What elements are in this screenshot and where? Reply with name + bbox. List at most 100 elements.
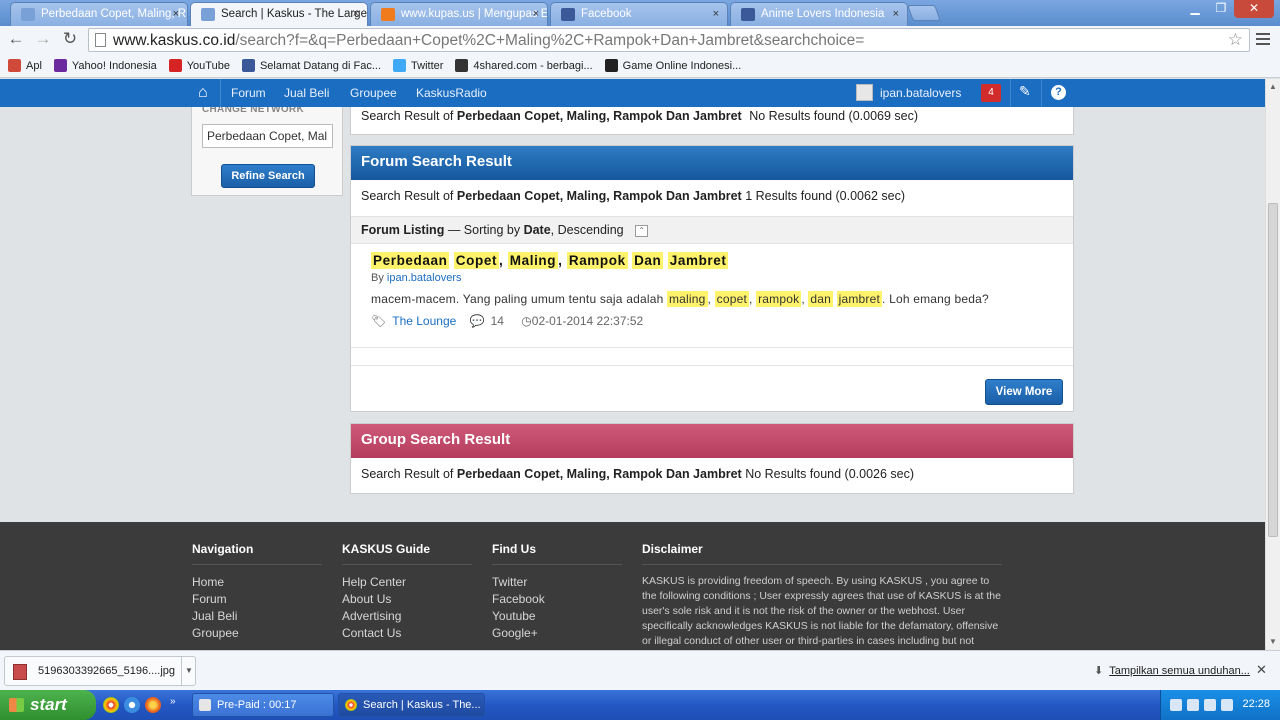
footer-link-facebook[interactable]: Facebook (492, 591, 622, 608)
tab-facebook[interactable]: Facebook × (550, 2, 728, 26)
bookmark-apps[interactable]: Apl (8, 59, 42, 72)
sort-field[interactable]: Date (524, 223, 551, 237)
update-icon[interactable] (1221, 699, 1233, 711)
back-arrow-icon[interactable]: ← (5, 30, 27, 50)
category-link[interactable]: The Lounge (392, 314, 456, 328)
nav-groupee[interactable]: Groupee (350, 86, 397, 100)
notification-badge[interactable]: 4 (981, 84, 1001, 102)
pencil-icon[interactable]: ✎ (1019, 83, 1031, 100)
user-menu[interactable]: ipan.batalovers (856, 84, 961, 101)
nav-separator (220, 79, 221, 107)
chrome-icon (345, 699, 357, 711)
tab-kaskus-search[interactable]: Search | Kaskus - The Larges × (190, 2, 368, 26)
chrome-menu-icon[interactable] (1256, 33, 1270, 45)
footer-link-home[interactable]: Home (192, 574, 322, 591)
chrome-icon[interactable] (103, 697, 119, 713)
reply-count: 14 (490, 314, 504, 328)
close-window-icon[interactable]: ✕ (1234, 0, 1274, 18)
tab-favicon (21, 8, 35, 21)
username: ipan.batalovers (880, 85, 962, 100)
home-icon[interactable]: ⌂ (198, 84, 208, 102)
new-tab-button[interactable] (907, 5, 941, 21)
quicklaunch-more-icon[interactable]: » (170, 696, 176, 707)
footer-link-twitter[interactable]: Twitter (492, 574, 622, 591)
tab-kupas[interactable]: www.kupas.us | Mengupas E × (370, 2, 548, 26)
bookmark-4shared[interactable]: 4shared.com - berbagi... (455, 59, 593, 72)
divider (351, 365, 1073, 366)
bookmark-youtube[interactable]: YouTube (168, 59, 230, 72)
nav-kaskus-radio[interactable]: KaskusRadio (416, 86, 487, 100)
avatar (856, 84, 873, 101)
taskbar-button-prepaid[interactable]: Pre-Paid : 00:17 (192, 693, 334, 717)
scroll-up-icon[interactable]: ▲ (1269, 82, 1277, 91)
network-icon[interactable] (1170, 699, 1182, 711)
address-bar[interactable]: www.kaskus.co.id/search?f=&q=Perbedaan+C… (88, 28, 1250, 52)
footer-link-help-center[interactable]: Help Center (342, 574, 472, 591)
forum-result-summary: Search Result of Perbedaan Copet, Maling… (361, 189, 906, 203)
close-icon[interactable]: ✕ (1256, 662, 1267, 678)
firefox-icon[interactable] (145, 697, 161, 713)
page-scrollbar[interactable]: ▲ ▼ (1265, 79, 1280, 650)
chevron-down-icon[interactable]: ▼ (181, 657, 196, 685)
footer-link-youtube[interactable]: Youtube (492, 608, 622, 625)
author-link[interactable]: ipan.batalovers (387, 272, 462, 284)
internet-explorer-icon[interactable] (124, 697, 140, 713)
bookmark-star-icon[interactable]: ☆ (1228, 30, 1243, 50)
close-icon[interactable]: × (173, 3, 179, 25)
volume-icon[interactable] (1187, 699, 1199, 711)
security-icon[interactable] (1204, 699, 1216, 711)
minimize-icon[interactable]: ▁ (1182, 0, 1208, 18)
footer-link-forum[interactable]: Forum (192, 591, 322, 608)
start-button[interactable]: start (0, 690, 96, 720)
sort-order[interactable]: , Descending (551, 223, 624, 237)
thread-title-link[interactable]: Perbedaan Copet, Maling, Rampok Dan Jamb… (371, 252, 729, 269)
help-icon[interactable]: ? (1051, 85, 1066, 100)
nav-forum[interactable]: Forum (231, 86, 266, 100)
query-text: Perbedaan Copet, Maling, Rampok Dan Jamb… (456, 109, 742, 123)
scroll-down-icon[interactable]: ▼ (1269, 637, 1277, 646)
bookmark-twitter[interactable]: Twitter (393, 59, 443, 72)
refine-search-button[interactable]: Refine Search (221, 164, 315, 188)
comment-icon: 💬 (469, 314, 485, 328)
footer-link-jual-beli[interactable]: Jual Beli (192, 608, 322, 625)
search-input[interactable] (202, 124, 333, 148)
reload-icon[interactable]: ↻ (59, 30, 81, 50)
bookmark-yahoo[interactable]: Yahoo! Indonesia (53, 59, 157, 72)
youtube-icon (168, 59, 182, 72)
footer-link-advertising[interactable]: Advertising (342, 608, 472, 625)
game-icon (604, 59, 618, 72)
footer-link-groupee[interactable]: Groupee (192, 625, 322, 642)
group-search-result-header: Group Search Result (351, 424, 1073, 458)
restore-icon[interactable]: ❐ (1208, 0, 1234, 18)
view-more-button[interactable]: View More (985, 379, 1063, 405)
footer-link-contact-us[interactable]: Contact Us (342, 625, 472, 642)
tab-anime-lovers[interactable]: Anime Lovers Indonesia × (730, 2, 908, 26)
download-shelf: 5196303392665_5196....jpg ▼ Tampilkan se… (0, 650, 1280, 690)
close-icon[interactable]: × (713, 3, 719, 25)
browser-toolbar: ← → ↻ www.kaskus.co.id/search?f=&q=Perbe… (0, 26, 1280, 54)
forum-listing-label: Forum Listing (361, 223, 445, 237)
close-icon[interactable]: × (353, 3, 359, 25)
scrollbar-thumb[interactable] (1268, 203, 1278, 537)
clock-icon: ◷ (521, 314, 532, 328)
download-item[interactable]: 5196303392665_5196....jpg ▼ (4, 656, 196, 686)
close-icon[interactable]: × (893, 3, 899, 25)
footer-kaskus-guide: KASKUS Guide Help Center About Us Advert… (342, 542, 472, 642)
bookmark-facebook[interactable]: Selamat Datang di Fac... (241, 59, 381, 72)
download-filename: 5196303392665_5196....jpg (38, 665, 176, 677)
footer-link-google-plus[interactable]: Google+ (492, 625, 622, 642)
tab-perbedaan-copet[interactable]: Perbedaan Copet, Maling, R × (10, 2, 188, 26)
forward-arrow-icon[interactable]: → (32, 30, 54, 50)
clock[interactable]: 22:28 (1242, 698, 1270, 710)
thread-author-line: By ipan.batalovers (371, 272, 462, 284)
collapse-icon[interactable]: ⌃ (635, 224, 649, 237)
kaskus-top-nav: ⌂ Forum Jual Beli Groupee KaskusRadio ip… (0, 79, 1265, 107)
taskbar-button-chrome[interactable]: Search | Kaskus - The... (338, 693, 485, 717)
thread-date: 02-01-2014 22:37:52 (531, 314, 644, 328)
thread-meta: 🏷 The Lounge 💬 14 ◷02-01-2014 22:37:52 (371, 314, 649, 328)
nav-jual-beli[interactable]: Jual Beli (284, 86, 329, 100)
close-icon[interactable]: × (533, 3, 539, 25)
footer-link-about-us[interactable]: About Us (342, 591, 472, 608)
show-all-downloads-link[interactable]: Tampilkan semua unduhan... (1094, 664, 1250, 677)
bookmark-game-online[interactable]: Game Online Indonesi... (604, 59, 741, 72)
